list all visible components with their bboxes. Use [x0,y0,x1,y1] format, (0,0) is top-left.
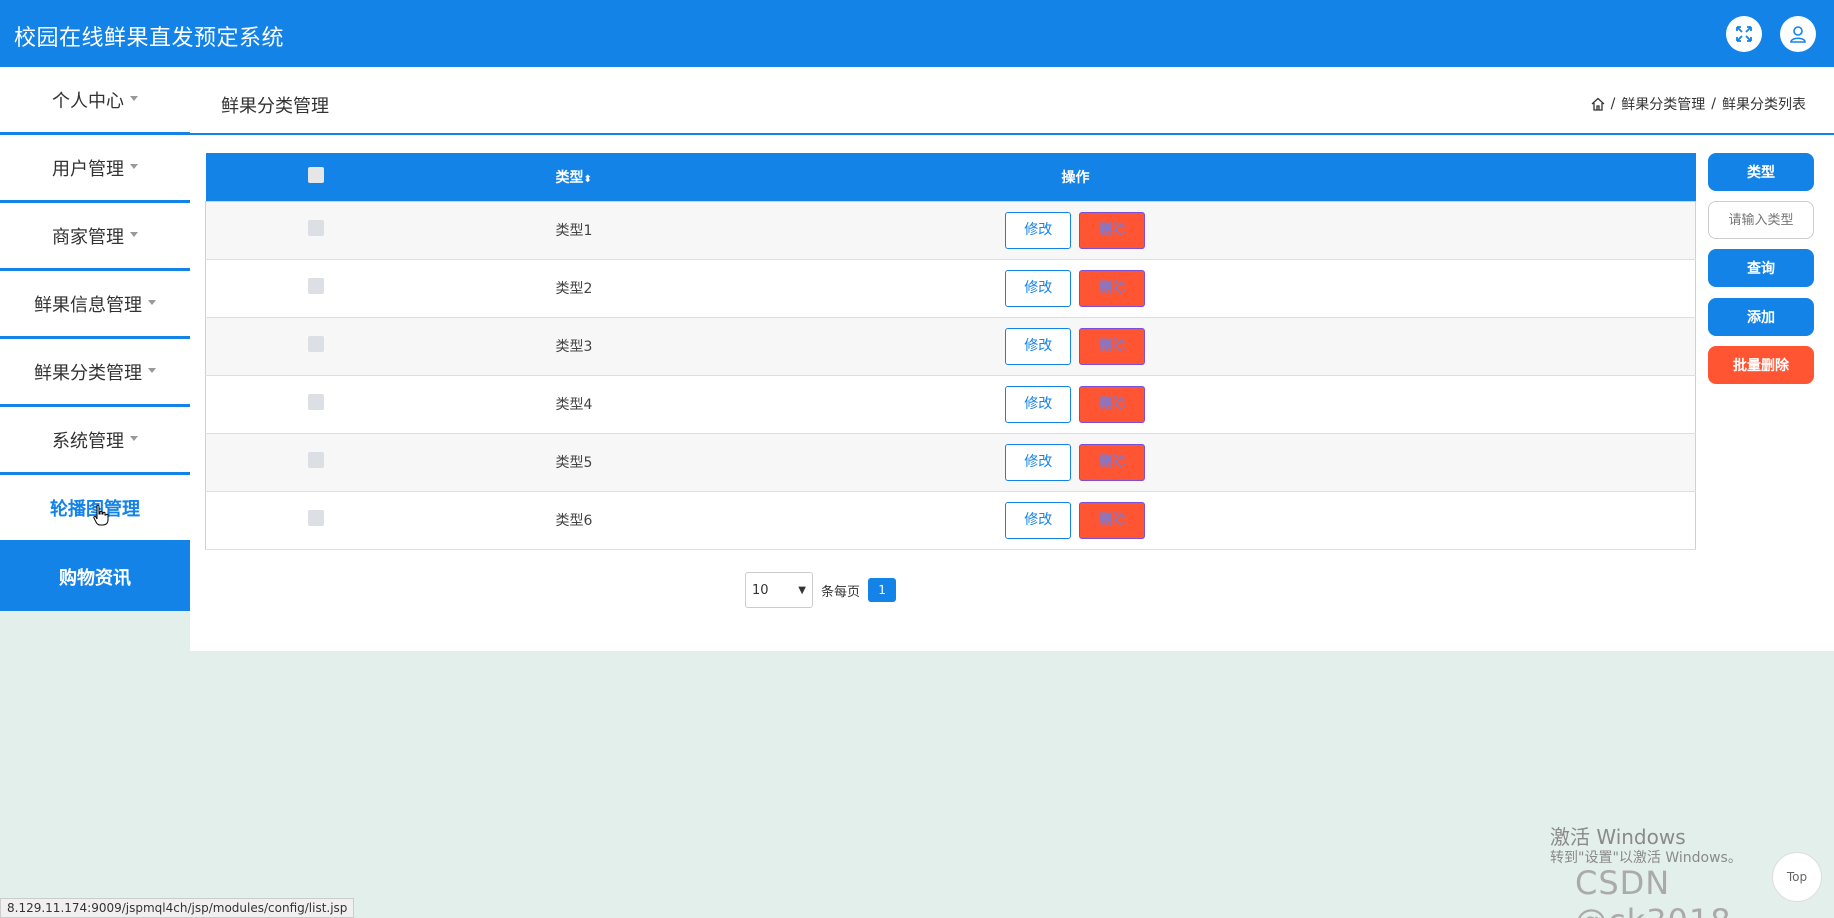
delete-button[interactable]: 删除 [1079,501,1146,539]
row-checkbox[interactable] [307,394,324,410]
sidebar-item-label: 购物资讯 [59,568,131,589]
windows-activation-watermark: 激活 Windows 转到"设置"以激活 Windows。 [1550,825,1742,867]
sidebar-item-shopping-news[interactable]: 购物资讯 [0,543,190,611]
sidebar-item-merchant-management[interactable]: 商家管理 [0,203,190,271]
edit-button[interactable]: 修改 [1005,385,1072,423]
person-icon [1790,26,1806,43]
table-row: 类型1 修改 删除 [205,201,1696,259]
edit-button[interactable]: 修改 [1005,327,1072,365]
edit-button[interactable]: 修改 [1005,501,1072,539]
sidebar-item-carousel-management[interactable]: 轮播图管理 [0,475,190,543]
sidebar-item-user-management[interactable]: 用户管理 [0,135,190,203]
type-column-label: 类型 [555,169,584,186]
pagination: 10 ▼ 条每页 1 [745,572,897,608]
sidebar-item-label: 系统管理 [52,430,124,452]
fullscreen-icon[interactable] [1726,16,1762,52]
type-cell: 类型2 [555,281,593,297]
sidebar-item-label: 鲜果分类管理 [34,362,142,384]
category-table: 类型⬍ 操作 类型1 修改 删除 类型2 修改 删除 类型3 修改 删除 类型4… [205,153,1696,550]
page-size-value: 10 [752,582,769,598]
sidebar-item-fruit-category-management[interactable]: 鲜果分类管理 [0,339,190,407]
delete-button[interactable]: 删除 [1079,385,1146,423]
page-size-select[interactable]: 10 ▼ [745,572,813,608]
select-all-cell [206,153,426,201]
breadcrumb: / 鲜果分类管理 / 鲜果分类列表 [1591,94,1806,114]
caret-down-icon [148,300,156,305]
edit-button[interactable]: 修改 [1005,269,1072,307]
row-checkbox[interactable] [307,278,324,294]
caret-down-icon [148,368,156,373]
row-checkbox[interactable] [307,336,324,352]
type-cell: 类型1 [555,223,593,239]
breadcrumb-separator: / [1711,96,1716,112]
delete-button[interactable]: 删除 [1079,443,1146,481]
caret-down-icon [130,164,138,169]
batch-delete-button[interactable]: 批量删除 [1708,346,1814,384]
caret-down-icon [130,436,138,441]
breadcrumb-item[interactable]: 鲜果分类管理 [1621,94,1705,114]
delete-button[interactable]: 删除 [1079,269,1146,307]
breadcrumb-item: 鲜果分类列表 [1722,97,1806,113]
back-to-top-button[interactable]: Top [1772,852,1822,902]
sort-icon[interactable]: ⬍ [584,174,592,185]
sidebar-item-label: 个人中心 [52,90,124,112]
row-checkbox[interactable] [307,452,324,468]
type-label-button[interactable]: 类型 [1708,153,1814,191]
add-button[interactable]: 添加 [1708,298,1814,336]
select-all-checkbox[interactable] [307,166,324,183]
caret-down-icon [130,96,138,101]
hand-cursor-icon [93,504,109,525]
table-row: 类型4 修改 删除 [205,375,1696,433]
delete-button[interactable]: 删除 [1079,327,1146,365]
sidebar-item-label: 鲜果信息管理 [34,294,142,316]
type-cell: 类型4 [555,397,593,413]
app-title: 校园在线鲜果直发预定系统 [14,26,285,51]
watermark-line1: 激活 Windows [1550,825,1686,849]
type-column-header[interactable]: 类型⬍ [426,153,646,201]
actions-column-header: 操作 [1061,169,1090,186]
sidebar-item-fruit-info-management[interactable]: 鲜果信息管理 [0,271,190,339]
page-header: 鲜果分类管理 / 鲜果分类管理 / 鲜果分类列表 [190,67,1834,135]
sidebar-item-label: 用户管理 [52,158,124,180]
sidebar: 个人中心 用户管理 商家管理 鲜果信息管理 鲜果分类管理 系统管理 轮播图管理 … [0,67,190,611]
expand-arrows-icon [1736,26,1752,42]
table-row: 类型5 修改 删除 [205,433,1696,491]
sidebar-item-label: 商家管理 [52,226,124,248]
row-checkbox[interactable] [307,510,324,526]
row-checkbox[interactable] [307,220,324,236]
per-page-label: 条每页 [821,584,861,600]
type-cell: 类型5 [555,455,593,471]
table-row: 类型6 修改 删除 [205,491,1696,549]
edit-button[interactable]: 修改 [1005,443,1072,481]
user-icon[interactable] [1780,16,1816,52]
page-title: 鲜果分类管理 [221,96,329,117]
delete-button[interactable]: 删除 [1079,211,1146,249]
table-row: 类型2 修改 删除 [205,259,1696,317]
table-header-row: 类型⬍ 操作 [205,153,1696,201]
breadcrumb-separator: / [1610,96,1616,112]
type-search-input[interactable] [1708,201,1814,239]
chevron-down-icon: ▼ [798,584,806,596]
sidebar-item-personal-center[interactable]: 个人中心 [0,67,190,135]
table-row: 类型3 修改 删除 [205,317,1696,375]
home-icon[interactable] [1591,97,1605,111]
type-cell: 类型3 [555,339,593,355]
edit-button[interactable]: 修改 [1005,211,1072,249]
top-header: 校园在线鲜果直发预定系统 [0,0,1834,67]
sidebar-item-system-management[interactable]: 系统管理 [0,407,190,475]
query-button[interactable]: 查询 [1708,249,1814,287]
main-panel: 鲜果分类管理 / 鲜果分类管理 / 鲜果分类列表 类型⬍ 操作 类型1 修改 删… [190,67,1834,651]
caret-down-icon [130,232,138,237]
page-number-button[interactable]: 1 [868,578,897,602]
type-cell: 类型6 [555,513,593,529]
status-url: 8.129.11.174:9009/jspmql4ch/jsp/modules/… [0,898,355,918]
